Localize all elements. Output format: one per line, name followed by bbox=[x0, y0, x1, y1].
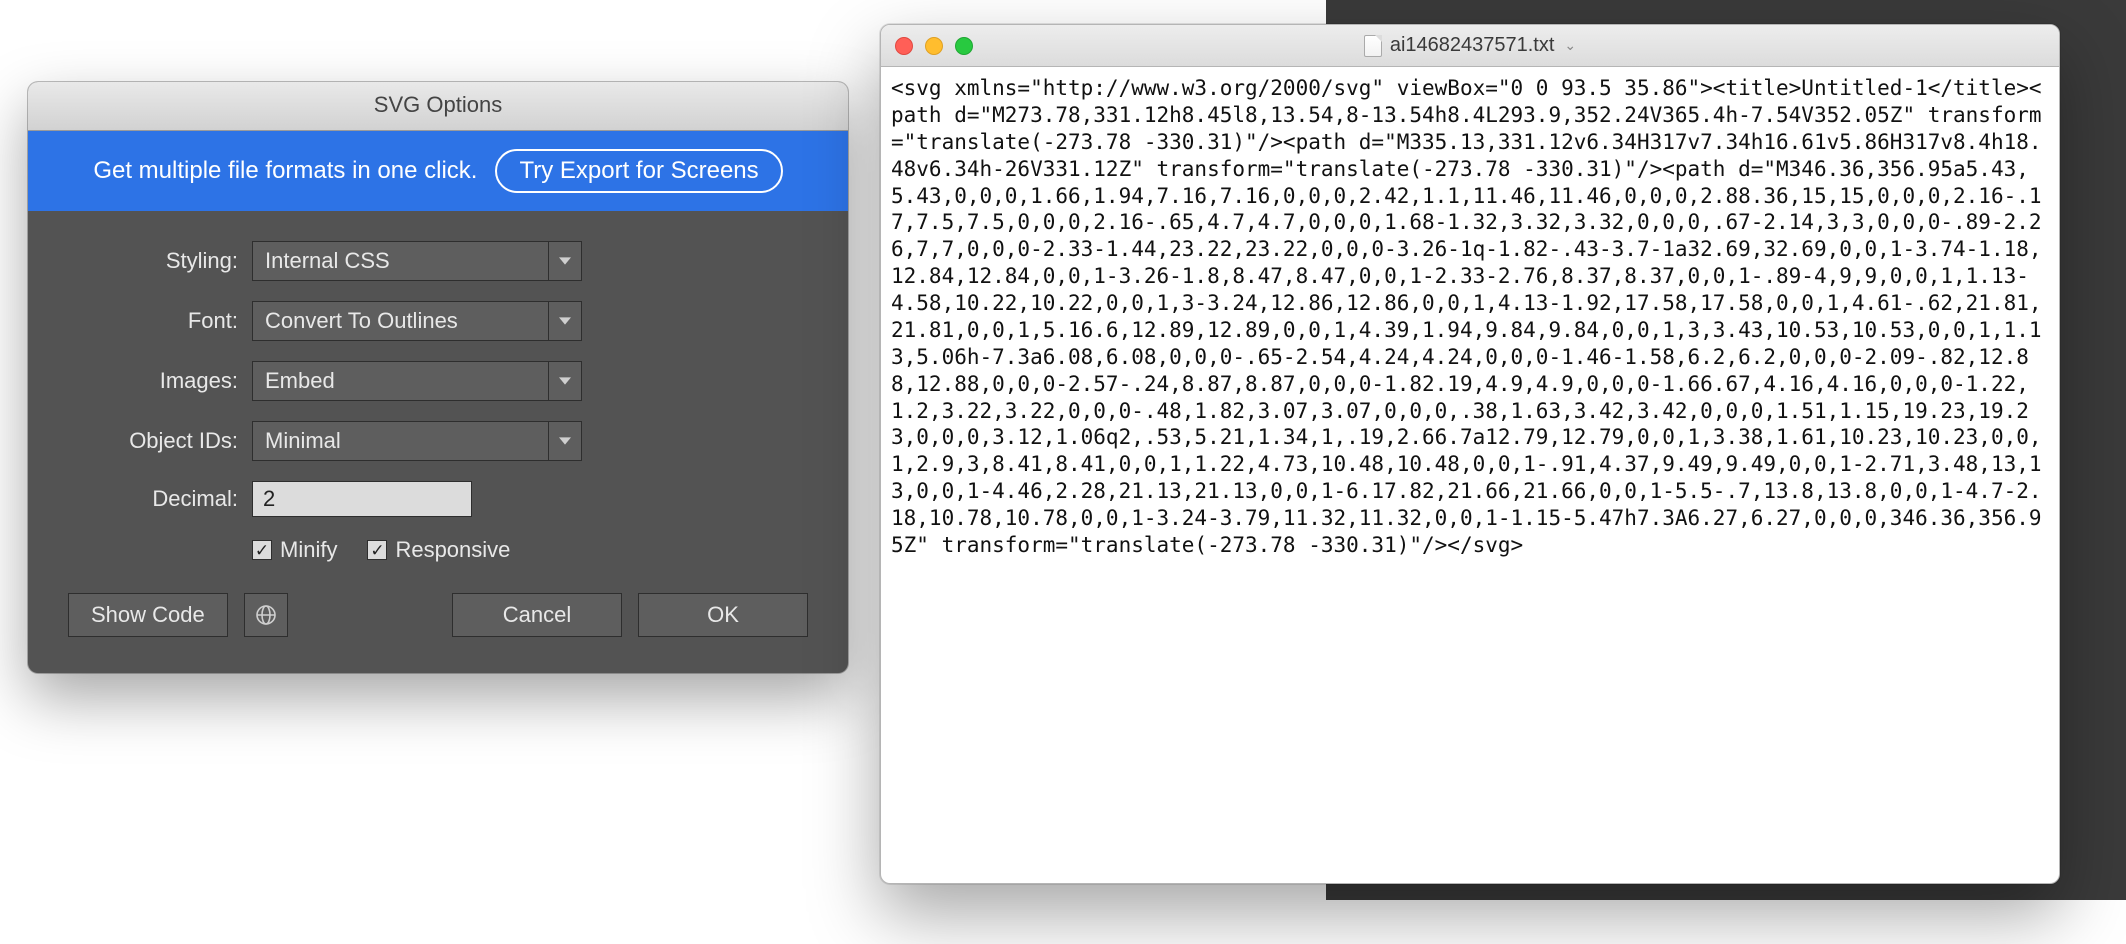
row-object-ids: Object IDs: Minimal bbox=[68, 421, 808, 461]
globe-icon bbox=[254, 603, 278, 627]
try-export-button[interactable]: Try Export for Screens bbox=[495, 149, 782, 193]
label-decimal: Decimal: bbox=[68, 486, 238, 512]
chevron-down-icon[interactable]: ⌄ bbox=[1564, 37, 1576, 54]
check-icon: ✓ bbox=[252, 540, 272, 560]
window-titlebar[interactable]: ai14682437571.txt ⌄ bbox=[881, 25, 2059, 67]
responsive-checkbox[interactable]: ✓ Responsive bbox=[367, 537, 510, 563]
zoom-icon[interactable] bbox=[955, 37, 973, 55]
dialog-title: SVG Options bbox=[28, 82, 848, 131]
label-font: Font: bbox=[68, 308, 238, 334]
chevron-down-icon[interactable] bbox=[548, 241, 582, 281]
promo-text: Get multiple file formats in one click. bbox=[93, 157, 477, 185]
chevron-down-icon[interactable] bbox=[548, 361, 582, 401]
document-icon bbox=[1364, 35, 1382, 57]
images-select[interactable]: Embed bbox=[252, 361, 582, 401]
text-content[interactable]: <svg xmlns="http://www.w3.org/2000/svg" … bbox=[881, 67, 2059, 883]
svg-options-dialog: SVG Options Get multiple file formats in… bbox=[28, 82, 848, 673]
minimize-icon[interactable] bbox=[925, 37, 943, 55]
traffic-lights bbox=[895, 37, 973, 55]
form-area: Styling: Internal CSS Font: Convert To O… bbox=[28, 211, 848, 673]
font-select[interactable]: Convert To Outlines bbox=[252, 301, 582, 341]
close-icon[interactable] bbox=[895, 37, 913, 55]
chevron-down-icon[interactable] bbox=[548, 301, 582, 341]
preview-browser-button[interactable] bbox=[244, 593, 288, 637]
ok-button[interactable]: OK bbox=[638, 593, 808, 637]
minify-checkbox[interactable]: ✓ Minify bbox=[252, 537, 337, 563]
chevron-down-icon[interactable] bbox=[548, 421, 582, 461]
row-images: Images: Embed bbox=[68, 361, 808, 401]
images-value: Embed bbox=[252, 361, 548, 401]
text-file-window: ai14682437571.txt ⌄ <svg xmlns="http://w… bbox=[880, 24, 2060, 884]
row-styling: Styling: Internal CSS bbox=[68, 241, 808, 281]
object-ids-value: Minimal bbox=[252, 421, 548, 461]
label-images: Images: bbox=[68, 368, 238, 394]
styling-select[interactable]: Internal CSS bbox=[252, 241, 582, 281]
responsive-label: Responsive bbox=[395, 537, 510, 563]
promo-bar: Get multiple file formats in one click. … bbox=[28, 131, 848, 211]
checkbox-row: ✓ Minify ✓ Responsive bbox=[252, 537, 808, 563]
row-font: Font: Convert To Outlines bbox=[68, 301, 808, 341]
show-code-button[interactable]: Show Code bbox=[68, 593, 228, 637]
styling-value: Internal CSS bbox=[252, 241, 548, 281]
check-icon: ✓ bbox=[367, 540, 387, 560]
window-title: ai14682437571.txt bbox=[1390, 34, 1555, 57]
label-styling: Styling: bbox=[68, 248, 238, 274]
object-ids-select[interactable]: Minimal bbox=[252, 421, 582, 461]
minify-label: Minify bbox=[280, 537, 337, 563]
window-title-group: ai14682437571.txt ⌄ bbox=[881, 34, 2059, 57]
label-object-ids: Object IDs: bbox=[68, 428, 238, 454]
cancel-button[interactable]: Cancel bbox=[452, 593, 622, 637]
font-value: Convert To Outlines bbox=[252, 301, 548, 341]
row-decimal: Decimal: bbox=[68, 481, 808, 517]
button-row: Show Code Cancel OK bbox=[68, 593, 808, 637]
decimal-input[interactable] bbox=[252, 481, 472, 517]
